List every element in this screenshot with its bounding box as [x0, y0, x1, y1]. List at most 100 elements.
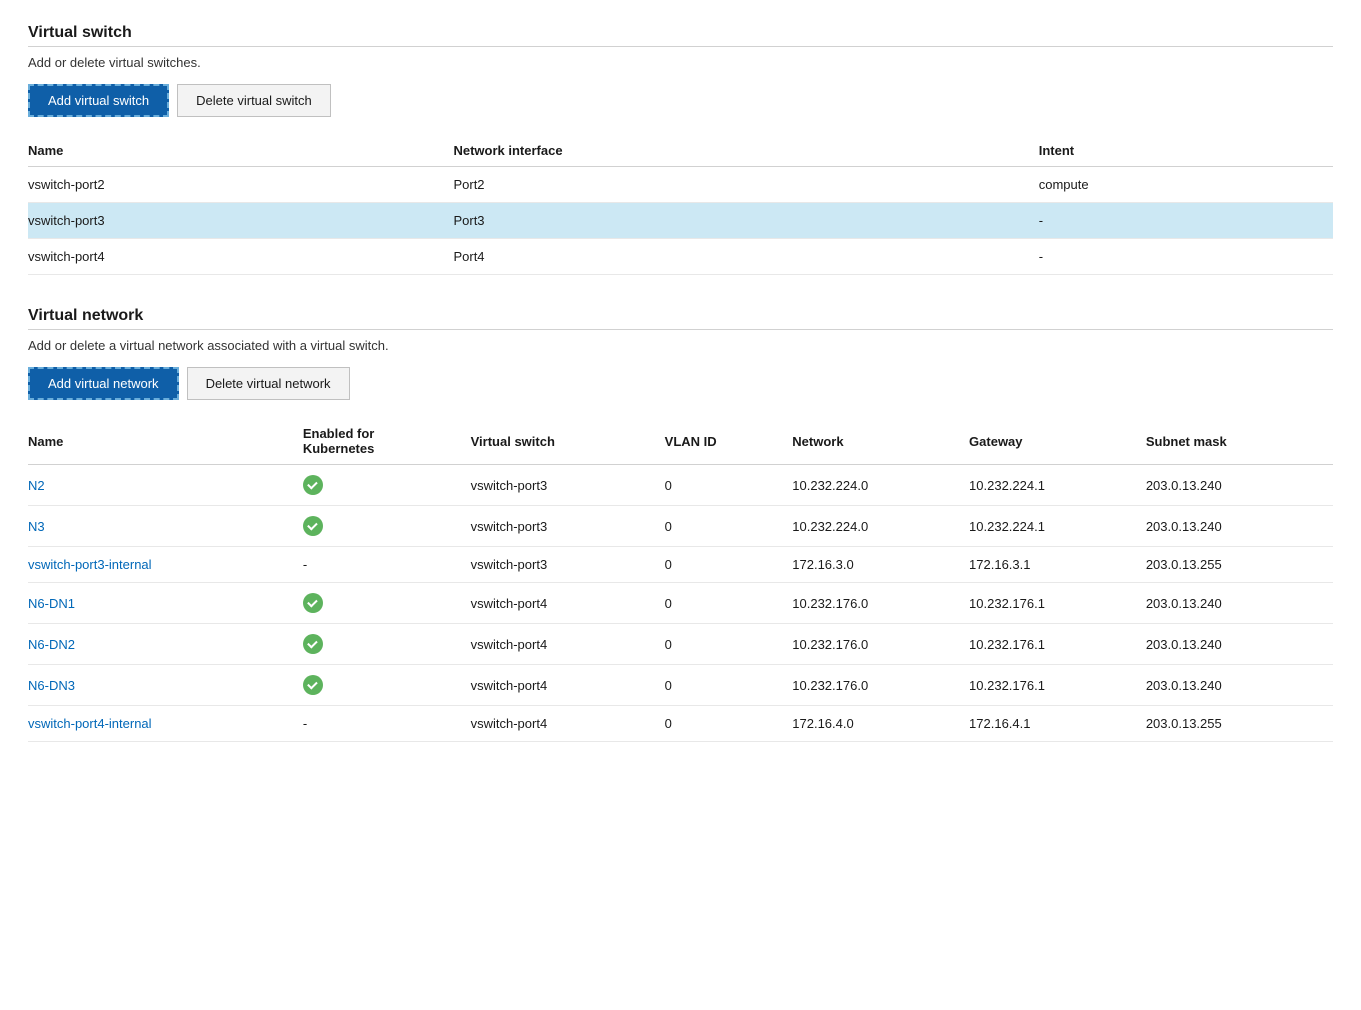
col-network-vn: Network	[792, 418, 969, 465]
vn-network: 10.232.224.0	[792, 465, 969, 506]
vn-subnet: 203.0.13.255	[1146, 547, 1333, 583]
vn-network: 10.232.224.0	[792, 506, 969, 547]
vn-vswitch: vswitch-port4	[471, 624, 665, 665]
add-virtual-network-button[interactable]: Add virtual network	[28, 367, 179, 400]
virtual-switch-table: Name Network interface Intent vswitch-po…	[28, 135, 1333, 275]
vn-subnet: 203.0.13.240	[1146, 506, 1333, 547]
vs-interface: Port2	[453, 167, 1038, 203]
vn-kubernetes: -	[303, 547, 471, 583]
virtual-network-title: Virtual network	[28, 307, 1333, 325]
table-row[interactable]: vswitch-port4 Port4 -	[28, 239, 1333, 275]
vs-name: vswitch-port3	[28, 203, 453, 239]
vn-network: 10.232.176.0	[792, 665, 969, 706]
col-interface-vs: Network interface	[453, 135, 1038, 167]
vn-name-cell: N6-DN2	[28, 624, 303, 665]
vn-kubernetes	[303, 465, 471, 506]
vn-vlan: 0	[665, 547, 793, 583]
vn-network: 172.16.4.0	[792, 706, 969, 742]
virtual-network-header-row: Name Enabled forKubernetes Virtual switc…	[28, 418, 1333, 465]
virtual-network-section: Virtual network Add or delete a virtual …	[28, 307, 1333, 742]
delete-virtual-network-button[interactable]: Delete virtual network	[187, 367, 350, 400]
vn-vswitch: vswitch-port3	[471, 547, 665, 583]
vn-name-cell: N6-DN3	[28, 665, 303, 706]
virtual-switch-header-row: Name Network interface Intent	[28, 135, 1333, 167]
vn-name-cell: N6-DN1	[28, 583, 303, 624]
vn-name-link[interactable]: N6-DN1	[28, 596, 75, 611]
vn-name-link[interactable]: N6-DN3	[28, 678, 75, 693]
check-icon	[303, 593, 323, 613]
vn-gateway: 10.232.176.1	[969, 583, 1146, 624]
vn-network: 172.16.3.0	[792, 547, 969, 583]
vn-vswitch: vswitch-port4	[471, 583, 665, 624]
vs-intent: compute	[1039, 167, 1333, 203]
virtual-network-table: Name Enabled forKubernetes Virtual switc…	[28, 418, 1333, 742]
delete-virtual-switch-button[interactable]: Delete virtual switch	[177, 84, 331, 117]
vn-vlan: 0	[665, 624, 793, 665]
vn-vlan: 0	[665, 465, 793, 506]
table-row[interactable]: vswitch-port3-internal - vswitch-port3 0…	[28, 547, 1333, 583]
vn-gateway: 10.232.176.1	[969, 665, 1146, 706]
col-gateway-vn: Gateway	[969, 418, 1146, 465]
vn-kubernetes	[303, 506, 471, 547]
check-icon	[303, 675, 323, 695]
vn-vlan: 0	[665, 706, 793, 742]
virtual-switch-description: Add or delete virtual switches.	[28, 55, 1333, 70]
vs-intent: -	[1039, 239, 1333, 275]
vn-name-link[interactable]: vswitch-port3-internal	[28, 557, 152, 572]
vn-vlan: 0	[665, 583, 793, 624]
virtual-network-description: Add or delete a virtual network associat…	[28, 338, 1333, 353]
vn-subnet: 203.0.13.240	[1146, 624, 1333, 665]
virtual-switch-section: Virtual switch Add or delete virtual swi…	[28, 24, 1333, 275]
vn-subnet: 203.0.13.240	[1146, 665, 1333, 706]
check-icon	[303, 475, 323, 495]
vn-gateway: 172.16.4.1	[969, 706, 1146, 742]
col-vswitch-vn: Virtual switch	[471, 418, 665, 465]
table-row[interactable]: N2 vswitch-port3 0 10.232.224.0 10.232.2…	[28, 465, 1333, 506]
vn-network: 10.232.176.0	[792, 583, 969, 624]
table-row[interactable]: N6-DN3 vswitch-port4 0 10.232.176.0 10.2…	[28, 665, 1333, 706]
table-row[interactable]: vswitch-port3 Port3 -	[28, 203, 1333, 239]
vn-name-link[interactable]: vswitch-port4-internal	[28, 716, 152, 731]
virtual-network-btn-row: Add virtual network Delete virtual netwo…	[28, 367, 1333, 400]
vn-vlan: 0	[665, 506, 793, 547]
section-divider-2	[28, 329, 1333, 330]
col-intent-vs: Intent	[1039, 135, 1333, 167]
check-icon	[303, 516, 323, 536]
col-kubernetes-vn: Enabled forKubernetes	[303, 418, 471, 465]
vn-kubernetes	[303, 624, 471, 665]
table-row[interactable]: vswitch-port4-internal - vswitch-port4 0…	[28, 706, 1333, 742]
vn-subnet: 203.0.13.240	[1146, 583, 1333, 624]
table-row[interactable]: N3 vswitch-port3 0 10.232.224.0 10.232.2…	[28, 506, 1333, 547]
vn-name-link[interactable]: N3	[28, 519, 45, 534]
vn-kubernetes	[303, 583, 471, 624]
vs-name: vswitch-port2	[28, 167, 453, 203]
col-name-vn: Name	[28, 418, 303, 465]
vn-name-cell: N2	[28, 465, 303, 506]
vs-intent: -	[1039, 203, 1333, 239]
table-row[interactable]: vswitch-port2 Port2 compute	[28, 167, 1333, 203]
add-virtual-switch-button[interactable]: Add virtual switch	[28, 84, 169, 117]
vn-vswitch: vswitch-port4	[471, 665, 665, 706]
vn-kubernetes: -	[303, 706, 471, 742]
vn-vlan: 0	[665, 665, 793, 706]
vn-network: 10.232.176.0	[792, 624, 969, 665]
table-row[interactable]: N6-DN2 vswitch-port4 0 10.232.176.0 10.2…	[28, 624, 1333, 665]
vn-name-link[interactable]: N2	[28, 478, 45, 493]
vn-subnet: 203.0.13.255	[1146, 706, 1333, 742]
vn-gateway: 172.16.3.1	[969, 547, 1146, 583]
virtual-switch-title: Virtual switch	[28, 24, 1333, 42]
vs-interface: Port3	[453, 203, 1038, 239]
table-row[interactable]: N6-DN1 vswitch-port4 0 10.232.176.0 10.2…	[28, 583, 1333, 624]
col-vlan-vn: VLAN ID	[665, 418, 793, 465]
vn-name-link[interactable]: N6-DN2	[28, 637, 75, 652]
vn-name-cell: N3	[28, 506, 303, 547]
vs-interface: Port4	[453, 239, 1038, 275]
vn-gateway: 10.232.224.1	[969, 506, 1146, 547]
vn-name-cell: vswitch-port4-internal	[28, 706, 303, 742]
vn-gateway: 10.232.224.1	[969, 465, 1146, 506]
virtual-switch-btn-row: Add virtual switch Delete virtual switch	[28, 84, 1333, 117]
vs-name: vswitch-port4	[28, 239, 453, 275]
section-divider-1	[28, 46, 1333, 47]
vn-gateway: 10.232.176.1	[969, 624, 1146, 665]
col-name-vs: Name	[28, 135, 453, 167]
